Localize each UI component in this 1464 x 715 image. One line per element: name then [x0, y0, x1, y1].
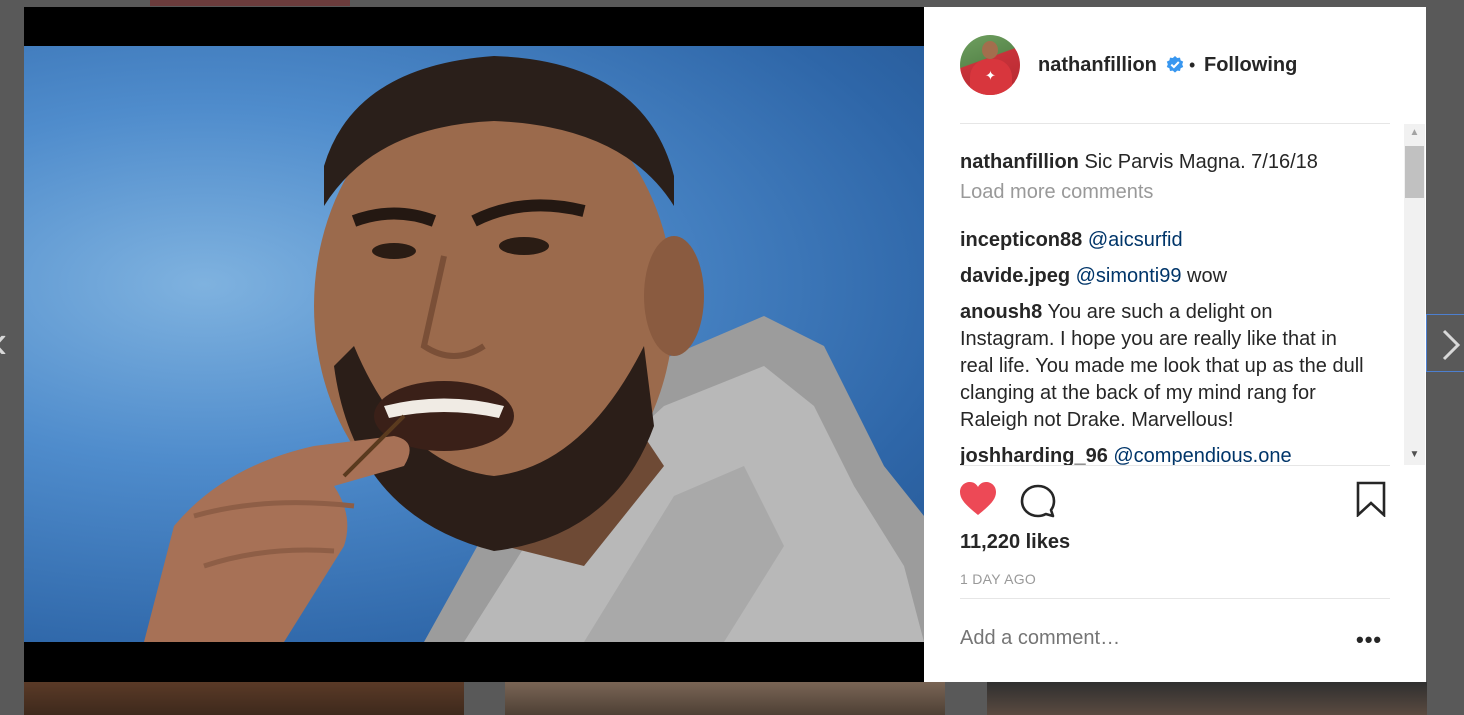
- avatar[interactable]: ✦: [960, 35, 1020, 95]
- comment-icon[interactable]: [1020, 483, 1056, 519]
- scrollbar-thumb[interactable]: [1405, 146, 1424, 198]
- comment-username[interactable]: joshharding_96: [960, 445, 1108, 465]
- more-options-button[interactable]: •••: [1356, 627, 1382, 653]
- comment: joshharding_96 @compendious.one: [960, 443, 1292, 465]
- comments-scrollbar[interactable]: ▲ ▼: [1404, 124, 1425, 465]
- bookmark-icon[interactable]: [1356, 481, 1386, 517]
- comment-username[interactable]: davide.jpeg: [960, 265, 1070, 287]
- comment-mention[interactable]: @simonti99: [1076, 265, 1182, 287]
- verified-badge-icon: [1166, 56, 1184, 73]
- post-timestamp: 1 DAY AGO: [960, 571, 1037, 587]
- post-actions: [924, 477, 1426, 527]
- comment-mention[interactable]: @aicsurfid: [1088, 229, 1183, 251]
- likes-count[interactable]: 11,220 likes: [960, 531, 1070, 554]
- add-comment-input[interactable]: [960, 627, 1340, 650]
- post-photo[interactable]: [24, 46, 924, 642]
- comment-text: wow: [1181, 265, 1228, 287]
- caption-username[interactable]: nathanfillion: [960, 151, 1079, 173]
- heart-icon[interactable]: [959, 481, 997, 517]
- header-separator: •: [1189, 55, 1196, 75]
- post-side-panel: ✦ nathanfillion • Following nathanfillio…: [924, 7, 1426, 682]
- comment-username[interactable]: anoush8: [960, 301, 1042, 323]
- feed-thumbnail: [24, 682, 464, 715]
- caption-text: Sic Parvis Magna. 7/16/18: [1084, 151, 1318, 173]
- post-media: [24, 7, 924, 682]
- post-caption: nathanfillion Sic Parvis Magna. 7/16/18: [960, 149, 1318, 176]
- feed-thumbnail: [505, 682, 945, 715]
- feed-thumbnail: [987, 682, 1427, 715]
- feed-thumbnail: [150, 0, 350, 6]
- load-more-comments-button[interactable]: Load more comments: [960, 181, 1153, 204]
- divider: [960, 598, 1390, 599]
- divider: [960, 465, 1390, 466]
- comment: davide.jpeg @simonti99 wow: [960, 263, 1227, 290]
- scroll-up-icon[interactable]: ▲: [1404, 124, 1425, 142]
- avatar-head: [982, 41, 998, 59]
- chevron-right-icon[interactable]: [1426, 314, 1464, 372]
- header-username-link[interactable]: nathanfillion: [1038, 54, 1157, 77]
- comment-mention[interactable]: @compendious.one: [1113, 445, 1291, 465]
- comment: anoush8 You are such a delight on Instag…: [960, 299, 1366, 434]
- post-header: ✦ nathanfillion • Following: [924, 7, 1426, 123]
- maple-leaf-icon: ✦: [985, 68, 996, 83]
- comment-username[interactable]: incepticon88: [960, 229, 1082, 251]
- scroll-down-icon[interactable]: ▼: [1404, 446, 1425, 464]
- divider: [960, 123, 1390, 124]
- comment: incepticon88 @aicsurfid: [960, 227, 1183, 254]
- chevron-left-icon[interactable]: ‹: [0, 318, 7, 364]
- following-button[interactable]: Following: [1204, 54, 1297, 77]
- comments-list: nathanfillion Sic Parvis Magna. 7/16/18 …: [960, 137, 1366, 465]
